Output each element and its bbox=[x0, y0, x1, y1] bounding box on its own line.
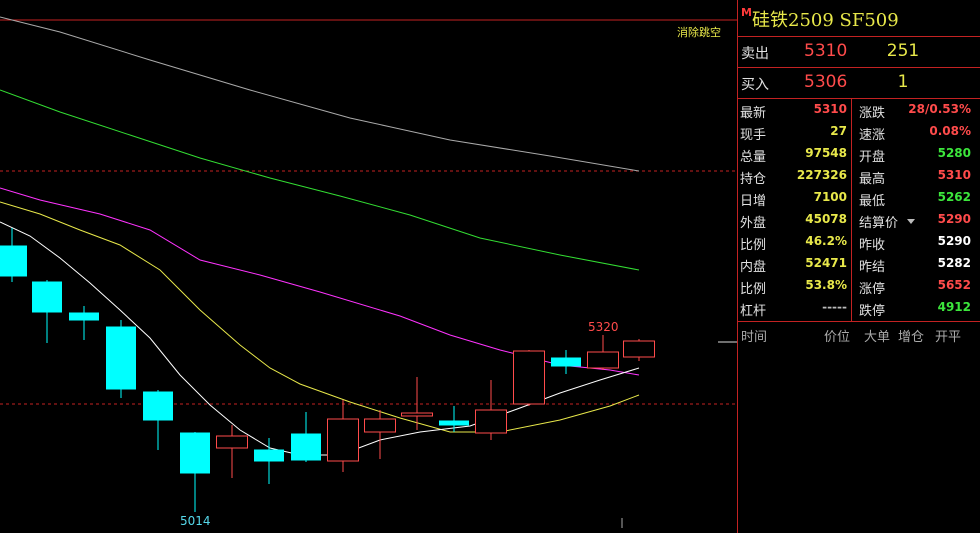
stat-label: 总量 bbox=[740, 150, 767, 165]
ask-label: 卖出 bbox=[741, 46, 769, 62]
stat-label: 比例 bbox=[740, 282, 767, 297]
stat-value: 5290 bbox=[937, 234, 971, 248]
ask-row[interactable]: 卖出 5310 251 bbox=[738, 37, 980, 68]
stat-label: 内盘 bbox=[740, 260, 767, 275]
trades-oi-change-header: 增仓 bbox=[898, 330, 925, 345]
trades-open-close-header: 开平 bbox=[935, 330, 962, 345]
candle-down[interactable] bbox=[143, 391, 173, 421]
ma-line-white bbox=[0, 221, 640, 456]
stats-row: 总量 97548 开盘 5280 bbox=[738, 143, 980, 165]
stat-label: 最新 bbox=[740, 106, 767, 121]
candle-up[interactable] bbox=[623, 340, 655, 358]
quote-panel: M 硅铁2509 SF509 卖出 5310 251 买入 5306 1 最新 5… bbox=[737, 0, 980, 533]
stat-value: 27 bbox=[830, 124, 847, 138]
ma-line-grey bbox=[0, 16, 640, 172]
stat-value: 5280 bbox=[937, 146, 971, 160]
candle-up[interactable] bbox=[327, 418, 359, 462]
candle-down[interactable] bbox=[551, 357, 581, 367]
bid-volume: 1 bbox=[897, 72, 909, 92]
stat-label: 最低 bbox=[859, 194, 886, 209]
candle-down[interactable] bbox=[254, 449, 284, 462]
main-contract-badge: M bbox=[741, 6, 752, 19]
candle-down[interactable] bbox=[0, 245, 27, 277]
stat-value: 4912 bbox=[937, 300, 971, 314]
trades-price-header: 价位 bbox=[824, 330, 851, 345]
stats-grid: 最新 5310 涨跌 28/0.53% 现手 27 速涨 0.08% 总量 97548 开盘 5280… bbox=[738, 99, 980, 322]
stat-value: 45078 bbox=[805, 212, 847, 226]
stat-value: 5310 bbox=[937, 168, 971, 182]
ma-line-magenta bbox=[0, 187, 640, 376]
stat-value: 5652 bbox=[937, 278, 971, 292]
bid-label: 买入 bbox=[741, 77, 769, 93]
stat-label: 昨结 bbox=[859, 260, 886, 275]
instrument-header: M 硅铁2509 SF509 bbox=[738, 0, 980, 37]
candle-down[interactable] bbox=[439, 420, 469, 426]
stat-value: 0.08% bbox=[929, 124, 971, 138]
candle-up[interactable] bbox=[513, 350, 545, 405]
ask-volume: 251 bbox=[886, 41, 920, 61]
candle-down[interactable] bbox=[106, 326, 136, 390]
ask-price[interactable]: 5310 bbox=[804, 41, 847, 61]
candle-up[interactable] bbox=[364, 418, 396, 433]
stat-value: 97548 bbox=[805, 146, 847, 160]
bid-price[interactable]: 5306 bbox=[804, 72, 847, 92]
stat-value: 5282 bbox=[937, 256, 971, 270]
candle-up[interactable] bbox=[401, 412, 433, 417]
candle-up[interactable] bbox=[475, 409, 507, 434]
stat-label: 比例 bbox=[740, 238, 767, 253]
stats-row: 比例 46.2% 昨收 5290 bbox=[738, 231, 980, 253]
stat-label: 昨收 bbox=[859, 238, 886, 253]
stat-label: 涨停 bbox=[859, 282, 886, 297]
bid-row[interactable]: 买入 5306 1 bbox=[738, 68, 980, 99]
stats-row: 持仓 227326 最高 5310 bbox=[738, 165, 980, 187]
low-price-label: 5014 bbox=[180, 514, 211, 528]
stat-label: 结算价 bbox=[859, 216, 899, 231]
stat-label: 最高 bbox=[859, 172, 886, 187]
stat-value: 5310 bbox=[813, 102, 847, 116]
candlesticks bbox=[0, 228, 655, 528]
stat-value: 227326 bbox=[796, 168, 847, 182]
stat-label: 持仓 bbox=[740, 172, 767, 187]
instrument-title: 硅铁2509 SF509 bbox=[752, 10, 899, 31]
stat-value: 52471 bbox=[805, 256, 847, 270]
candle-up[interactable] bbox=[587, 351, 619, 369]
stats-row: 日增 7100 最低 5262 bbox=[738, 187, 980, 209]
stat-label: 外盘 bbox=[740, 216, 767, 231]
stat-value: 53.8% bbox=[805, 278, 847, 292]
stats-row: 最新 5310 涨跌 28/0.53% bbox=[738, 99, 980, 121]
stat-label: 日增 bbox=[740, 194, 767, 209]
kline-chart[interactable]: 消除跳空 5320 5014 bbox=[0, 0, 737, 533]
stat-value: 5290 bbox=[937, 212, 971, 226]
stat-label: 现手 bbox=[740, 128, 767, 143]
stat-label: 开盘 bbox=[859, 150, 886, 165]
clear-gap-label[interactable]: 消除跳空 bbox=[677, 24, 721, 40]
candle-up[interactable] bbox=[216, 435, 248, 449]
chevron-down-icon[interactable] bbox=[907, 219, 915, 224]
stats-row: 现手 27 速涨 0.08% bbox=[738, 121, 980, 143]
stats-row: 比例 53.8% 涨停 5652 bbox=[738, 275, 980, 297]
stat-value: 28/0.53% bbox=[908, 102, 971, 116]
stat-value: 7100 bbox=[813, 190, 847, 204]
stat-label: 涨跌 bbox=[859, 106, 886, 121]
trades-time-header: 时间 bbox=[741, 330, 768, 345]
ma-line-green bbox=[0, 89, 640, 271]
stat-value: 5262 bbox=[937, 190, 971, 204]
stats-row: 外盘 45078 结算价 5290 bbox=[738, 209, 980, 231]
stat-label: 跌停 bbox=[859, 304, 886, 319]
stat-value: 46.2% bbox=[805, 234, 847, 248]
stats-row: 内盘 52471 昨结 5282 bbox=[738, 253, 980, 275]
high-price-label: 5320 bbox=[588, 320, 619, 334]
trades-header: 时间 价位 大单 增仓 开平 bbox=[738, 322, 980, 346]
stats-row: 杠杆 ----- 跌停 4912 bbox=[738, 297, 980, 319]
kline-svg[interactable] bbox=[0, 0, 737, 533]
candle-down[interactable] bbox=[32, 281, 62, 313]
stat-label: 杠杆 bbox=[740, 304, 767, 319]
stat-label: 速涨 bbox=[859, 128, 886, 143]
stat-value: ----- bbox=[822, 300, 847, 314]
candle-down[interactable] bbox=[69, 312, 99, 321]
trades-big-order-header: 大单 bbox=[864, 330, 891, 345]
candle-down[interactable] bbox=[291, 433, 321, 461]
candle-down[interactable] bbox=[180, 432, 210, 474]
